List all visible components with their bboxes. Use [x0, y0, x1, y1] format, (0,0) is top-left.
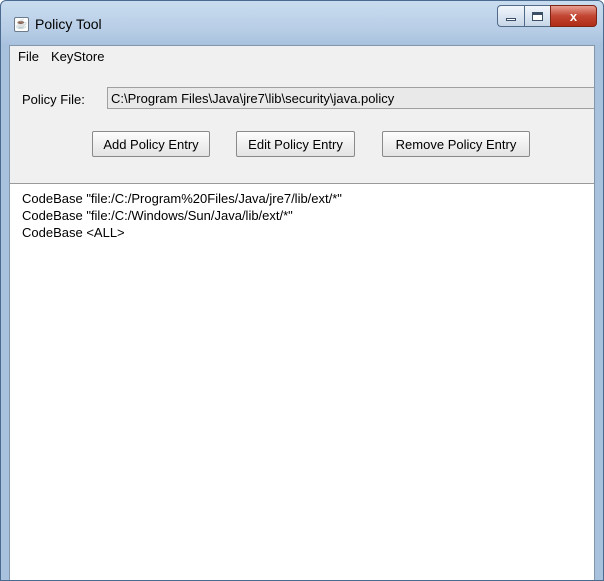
window-title: Policy Tool	[35, 16, 102, 32]
client-area: File KeyStore Policy File: C:\Program Fi…	[9, 45, 595, 580]
policy-file-label: Policy File:	[22, 92, 85, 107]
edit-policy-entry-button[interactable]: Edit Policy Entry	[236, 131, 355, 157]
caption-buttons: x	[497, 5, 597, 27]
policy-file-row: Policy File: C:\Program Files\Java\jre7\…	[10, 86, 594, 112]
policy-file-field[interactable]: C:\Program Files\Java\jre7\lib\security\…	[107, 87, 594, 109]
maximize-button[interactable]	[524, 5, 550, 27]
close-button[interactable]: x	[550, 5, 597, 27]
policy-entry-list[interactable]: CodeBase "file:/C:/Program%20Files/Java/…	[10, 183, 594, 580]
policy-tool-window: ☕ Policy Tool x File KeyStore Policy Fil…	[0, 0, 604, 581]
minimize-button[interactable]	[497, 5, 524, 27]
java-cup-icon[interactable]: ☕	[14, 17, 29, 32]
menu-bar: File KeyStore	[10, 46, 594, 70]
list-item[interactable]: CodeBase "file:/C:/Program%20Files/Java/…	[10, 190, 594, 207]
minimize-icon	[506, 17, 516, 21]
close-icon: x	[569, 8, 578, 24]
maximize-icon	[532, 11, 543, 21]
list-item[interactable]: CodeBase <ALL>	[10, 224, 594, 241]
menu-file[interactable]: File	[10, 46, 45, 70]
remove-policy-entry-button[interactable]: Remove Policy Entry	[382, 131, 530, 157]
list-item[interactable]: CodeBase "file:/C:/Windows/Sun/Java/lib/…	[10, 207, 594, 224]
title-bar[interactable]: ☕ Policy Tool x	[1, 1, 603, 45]
menu-keystore[interactable]: KeyStore	[45, 46, 110, 70]
add-policy-entry-button[interactable]: Add Policy Entry	[92, 131, 210, 157]
